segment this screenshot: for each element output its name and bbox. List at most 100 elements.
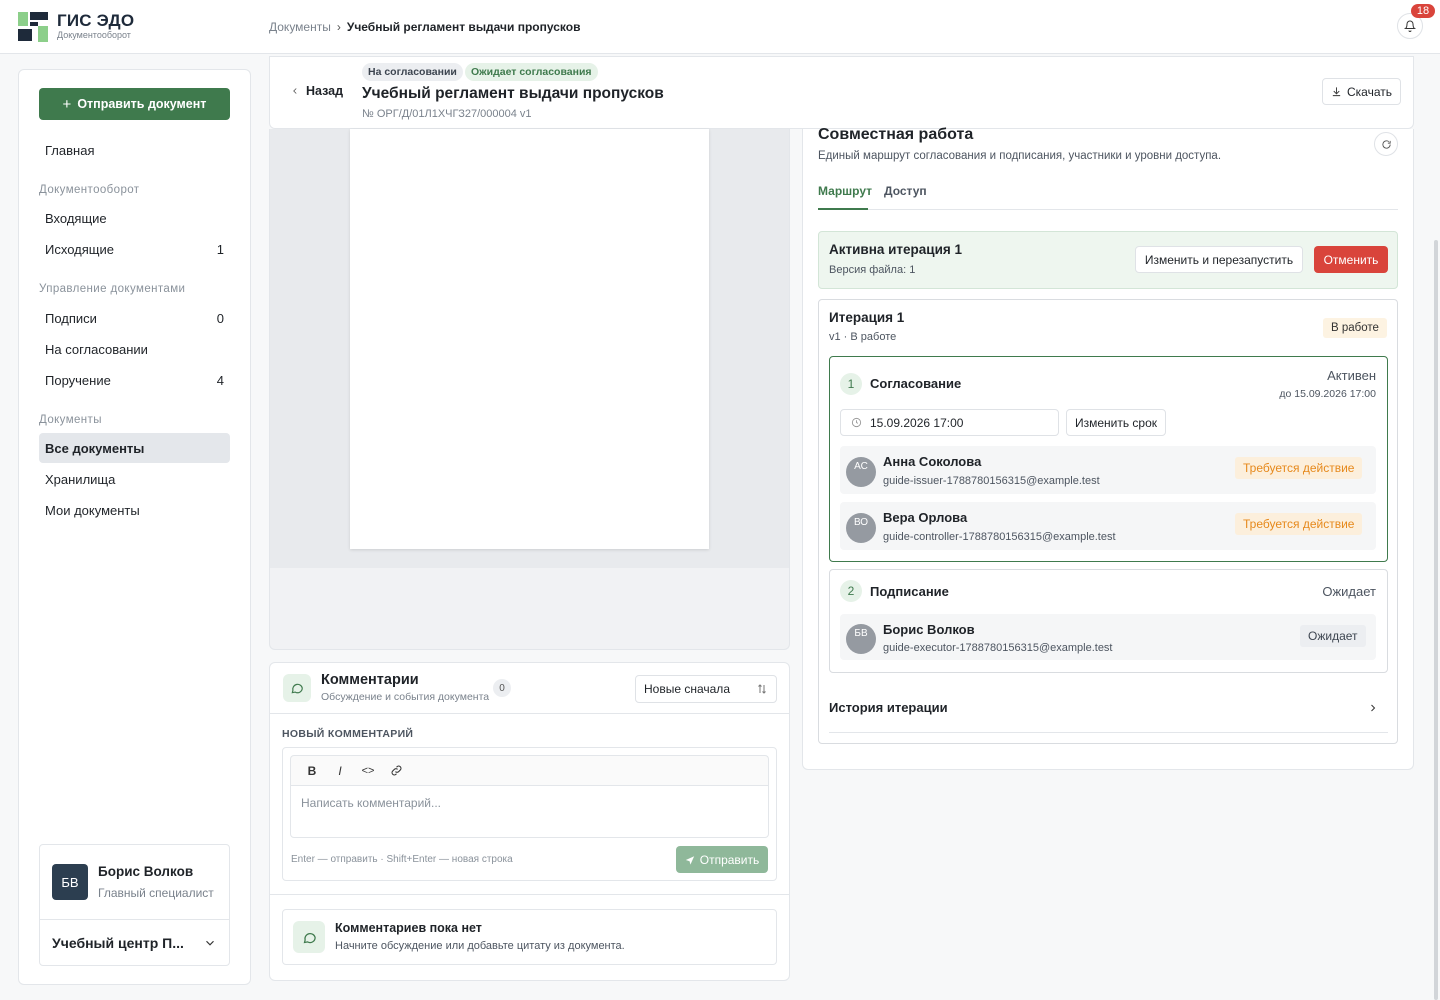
status-badge: Требуется действие (1235, 457, 1363, 479)
active-tab-indicator (818, 208, 868, 210)
active-iteration-title: Активна итерация 1 (829, 242, 963, 257)
status-badge: В работе (1323, 318, 1387, 338)
clock-icon (851, 417, 862, 428)
divider (829, 732, 1388, 733)
chevron-left-icon (293, 88, 297, 94)
sidebar-item-label: Мои документы (45, 502, 140, 518)
sidebar-item-label: На согласовании (45, 341, 148, 357)
comment-input[interactable]: Написать комментарий... (290, 785, 769, 838)
comments-sort-select[interactable]: Новые сначала (635, 675, 777, 703)
chevron-right-icon[interactable] (1367, 701, 1379, 715)
participant-email: guide-issuer-1788780156315@example.test (883, 475, 1100, 487)
sidebar-item-count: 0 (216, 310, 224, 326)
link-icon (391, 765, 401, 776)
sidebar-section-title: Документы (39, 414, 102, 426)
active-iteration-subtitle: Версия файла: 1 (829, 264, 916, 276)
chevron-down-icon[interactable] (203, 936, 217, 950)
notification-count-badge: 18 (1411, 4, 1435, 18)
preview-page[interactable] (350, 129, 709, 549)
breadcrumb-separator: › (336, 20, 341, 34)
chat-icon (293, 921, 325, 953)
sidebar-item-home[interactable]: Главная (39, 135, 230, 165)
comments-count-badge: 0 (493, 679, 511, 697)
app-logo[interactable] (18, 12, 50, 42)
sidebar-item-signatures[interactable]: Подписи 0 (39, 303, 230, 333)
download-button[interactable]: Скачать (1322, 78, 1401, 105)
stage-state: Ожидает (1322, 584, 1376, 599)
collaboration-subtitle: Единый маршрут согласования и подписания… (818, 150, 1222, 162)
stage-title: Подписание (870, 584, 949, 599)
participant-name: Вера Орлова (883, 510, 968, 525)
breadcrumb-root[interactable]: Документы (269, 20, 331, 34)
bell-icon (1404, 20, 1416, 32)
restart-button[interactable]: Изменить и перезапустить (1135, 246, 1303, 273)
download-icon (1332, 87, 1341, 97)
divider (270, 713, 789, 714)
sidebar-item-my-documents[interactable]: Мои документы (39, 495, 230, 525)
comments-subtitle: Обсуждение и события документа (321, 691, 490, 703)
participant-name: Анна Соколова (883, 454, 982, 469)
status-badge: На согласовании (362, 63, 463, 81)
sidebar-item-incoming[interactable]: Входящие (39, 203, 230, 233)
sidebar-item-all-documents[interactable]: Все документы (39, 433, 230, 463)
sidebar-item-on-approval[interactable]: На согласовании (39, 334, 230, 364)
deadline-input[interactable]: 15.09.2026 17:00 (840, 409, 1059, 436)
code-button[interactable]: <> (357, 760, 379, 782)
page-scrollbar[interactable] (1434, 240, 1438, 1000)
tab-route[interactable]: Маршрут (818, 184, 872, 198)
change-deadline-button[interactable]: Изменить срок (1066, 409, 1166, 436)
plus-icon: + (62, 95, 72, 113)
cancel-button[interactable]: Отменить (1314, 246, 1388, 273)
sidebar-item-label: Исходящие (45, 241, 114, 257)
sidebar-section-title: Управление документами (39, 283, 186, 295)
back-label: Назад (306, 84, 344, 98)
status-badge: Ожидает согласования (465, 63, 598, 81)
organization-selector[interactable]: Учебный центр П... (52, 935, 184, 951)
empty-state-subtitle: Начните обсуждение или добавьте цитату и… (335, 940, 625, 952)
stage-state: Активен (1327, 368, 1376, 383)
comments-title: Комментарии (321, 672, 419, 688)
send-icon (685, 855, 694, 865)
refresh-icon (1381, 139, 1391, 149)
empty-state-title: Комментариев пока нет (335, 921, 482, 935)
back-button[interactable]: Назад (290, 84, 343, 98)
iteration-title: Итерация 1 (829, 310, 905, 325)
participant-name: Борис Волков (883, 622, 975, 637)
send-comment-button[interactable]: Отправить (676, 846, 768, 873)
participant-email: guide-controller-1788780156315@example.t… (883, 531, 1116, 543)
top-bar (0, 0, 1440, 54)
italic-button[interactable]: I (329, 760, 351, 782)
iteration-history-toggle[interactable]: История итерации (829, 700, 948, 715)
keyboard-hint: Enter — отправить · Shift+Enter — новая … (291, 854, 513, 865)
divider (270, 894, 789, 895)
status-badge: Требуется действие (1235, 513, 1363, 535)
sidebar-section-title: Документооборот (39, 184, 140, 196)
comments-empty-state (282, 909, 777, 965)
sidebar-item-label: Главная (45, 142, 95, 158)
status-badge: Ожидает (1300, 625, 1366, 647)
avatar: АС (846, 457, 876, 487)
stage-title: Согласование (870, 376, 962, 391)
avatar: ВО (846, 513, 876, 543)
stage-number: 1 (840, 373, 862, 395)
send-document-button[interactable]: + Отправить документ (39, 88, 230, 120)
breadcrumb-current: Учебный регламент выдачи пропусков (346, 20, 581, 34)
download-label: Скачать (1347, 84, 1392, 99)
sidebar-item-label: Подписи (45, 310, 97, 326)
sidebar-item-outgoing[interactable]: Исходящие 1 (39, 234, 230, 264)
active-iteration-banner (818, 231, 1398, 289)
new-comment-label: НОВЫЙ КОММЕНТАРИЙ (282, 728, 414, 740)
tab-access[interactable]: Доступ (884, 184, 927, 198)
sidebar-item-assignment[interactable]: Поручение 4 (39, 365, 230, 395)
refresh-button[interactable] (1374, 132, 1398, 156)
avatar[interactable]: БВ (52, 864, 88, 900)
breadcrumb: Документы › Учебный регламент выдачи пропу… (269, 20, 581, 34)
stage-number: 2 (840, 580, 862, 602)
app-subtitle: Документооборот (57, 30, 131, 40)
chat-icon (283, 674, 311, 702)
link-button[interactable] (385, 760, 407, 782)
send-comment-label: Отправить (699, 852, 760, 867)
bold-button[interactable]: B (301, 760, 323, 782)
sidebar-item-storages[interactable]: Хранилища (39, 464, 230, 494)
sidebar-item-label: Все документы (45, 440, 145, 456)
